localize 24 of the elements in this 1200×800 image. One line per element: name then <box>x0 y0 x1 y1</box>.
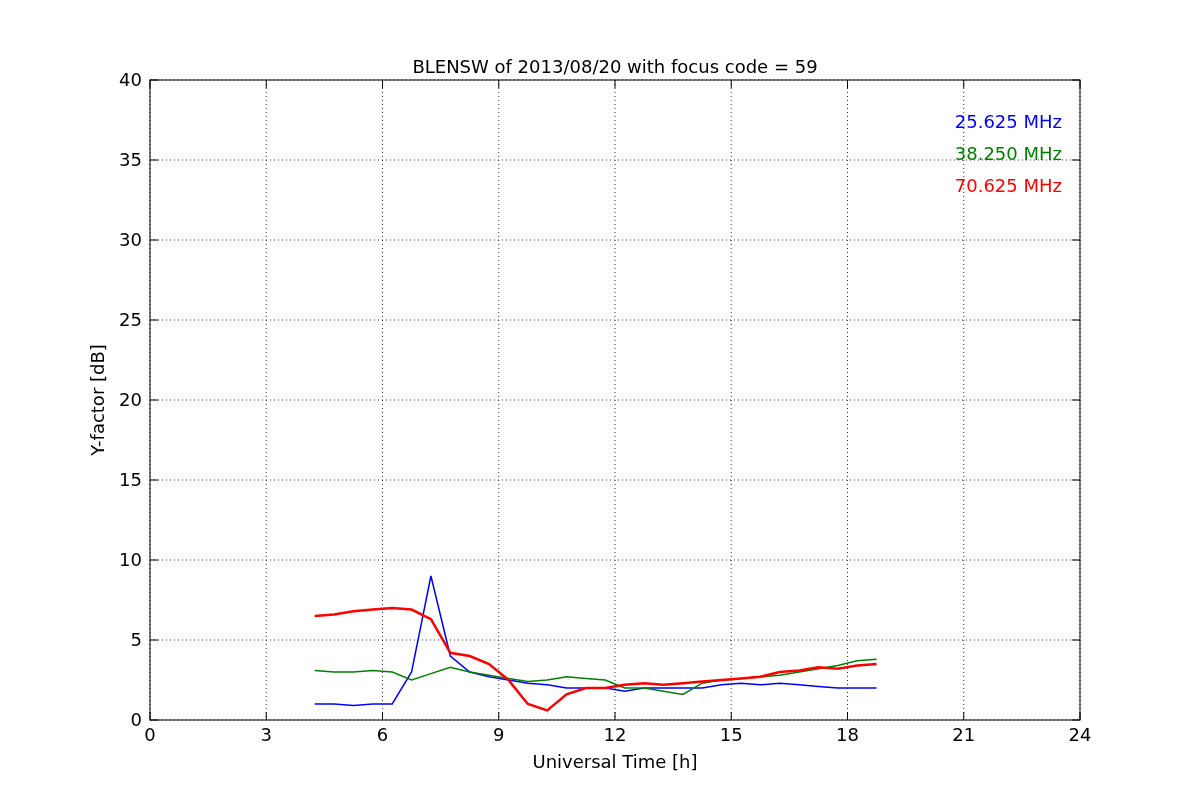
legend-entry: 38.250 MHz <box>954 143 1062 164</box>
legend-entry: 70.625 MHz <box>954 175 1062 196</box>
x-tick-label: 24 <box>1068 724 1092 745</box>
y-tick-label: 20 <box>119 389 142 410</box>
y-axis-label: Y-factor [dB] <box>87 344 108 456</box>
x-tick-label: 15 <box>719 724 743 745</box>
x-axis-label: Universal Time [h] <box>532 751 698 772</box>
x-tick-label: 0 <box>144 724 156 745</box>
y-tick-label: 40 <box>119 69 142 90</box>
x-tick-label: 12 <box>603 724 627 745</box>
x-tick-label: 9 <box>493 724 505 745</box>
y-tick-label: 30 <box>119 229 142 250</box>
y-tick-label: 5 <box>130 629 142 650</box>
chart-title: BLENSW of 2013/08/20 with focus code = 59 <box>412 56 818 77</box>
y-tick-label: 15 <box>119 469 142 490</box>
x-tick-label: 21 <box>952 724 976 745</box>
x-tick-label: 18 <box>836 724 859 745</box>
y-tick-label: 10 <box>119 549 142 570</box>
y-tick-label: 35 <box>119 149 142 170</box>
legend-entry: 25.625 MHz <box>954 111 1062 132</box>
x-tick-label: 6 <box>376 724 389 745</box>
x-tick-label: 3 <box>260 724 272 745</box>
y-tick-label: 0 <box>130 709 142 730</box>
y-tick-label: 25 <box>119 309 142 330</box>
